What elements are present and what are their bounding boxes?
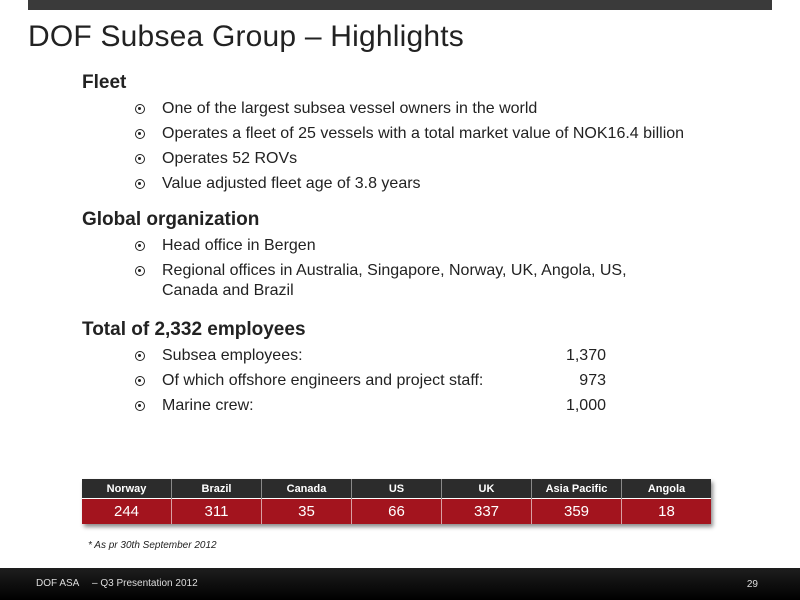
bullet-label: Subsea employees: [162,347,303,364]
bullet-item: One of the largest subsea vessel owners … [82,99,684,119]
table-cell: 66 [351,498,442,524]
table-header-cell: Asia Pacific [531,479,622,499]
bullet-item: Head office in Bergen [82,236,627,256]
footer-bar: DOF ASA – Q3 Presentation 2012 29 [0,568,800,600]
table-header-cell: Brazil [171,479,262,499]
bullet-item: Marine crew: 1,000 [82,396,606,416]
section-total-employees: Total of 2,332 employees Subsea employee… [82,319,606,416]
section-heading-total: Total of 2,332 employees [82,319,306,340]
bullet-label: Of which offshore engineers and project … [162,372,484,389]
table-header-cell: Norway [82,479,172,499]
table-header-cell: US [351,479,442,499]
bullet-value: 973 [579,372,606,389]
section-global-organization: Global organization Head office in Berge… [82,209,627,301]
fleet-bullet-list: One of the largest subsea vessel owners … [82,99,684,194]
table-cell: 311 [171,498,262,524]
footer-presentation: – Q3 Presentation 2012 [92,578,198,589]
employee-bullet-list: Subsea employees: 1,370 Of which offshore… [82,346,606,416]
bullet-text: Head office in Bergen [162,237,316,254]
bullet-value: 1,370 [565,347,606,364]
bullet-icon [135,104,145,114]
page-number: 29 [746,579,758,590]
global-bullet-list: Head office in Bergen Regional offices i… [82,236,627,301]
bullet-item: Operates a fleet of 25 vessels with a to… [82,124,684,144]
table-cell: 244 [82,498,172,524]
bullet-icon [135,129,145,139]
section-fleet: Fleet One of the largest subsea vessel o… [82,72,684,194]
table-cell: 35 [261,498,352,524]
table-header-cell: UK [441,479,532,499]
section-heading-fleet: Fleet [82,72,127,93]
bullet-text: One of the largest subsea vessel owners … [162,100,538,117]
bullet-icon [135,351,145,361]
bullet-item: Regional offices in Australia, Singapore… [82,261,627,301]
footer-company: DOF ASA [36,578,80,589]
section-heading-global: Global organization [82,209,260,230]
table-header-cell: Canada [261,479,352,499]
bullet-icon [135,266,145,276]
bullet-icon [135,376,145,386]
bullet-value: 1,000 [565,397,606,414]
table-cell: 359 [531,498,622,524]
bullet-label: Marine crew: [162,397,254,414]
top-bar [28,0,772,10]
table-header-cell: Angola [621,479,711,499]
table-cell: 18 [621,498,711,524]
bullet-item: Operates 52 ROVs [82,149,684,169]
table-row: 244 311 35 66 337 359 18 [82,498,711,524]
bullet-icon [135,154,145,164]
table-header-row: Norway Brazil Canada US UK Asia Pacific … [82,479,711,499]
bullet-item: Subsea employees: 1,370 [82,346,606,366]
bullet-text: Regional offices in Australia, Singapore… [162,262,627,299]
table-cell: 337 [441,498,532,524]
bullet-icon [135,401,145,411]
footnote: * As pr 30th September 2012 [88,540,217,551]
bullet-text: Operates a fleet of 25 vessels with a to… [162,125,685,142]
slide-title: DOF Subsea Group – Highlights [28,20,465,53]
bullet-text: Operates 52 ROVs [162,150,298,167]
bullet-item: Value adjusted fleet age of 3.8 years [82,174,684,194]
bullet-icon [135,241,145,251]
bullet-item: Of which offshore engineers and project … [82,371,606,391]
bullet-icon [135,179,145,189]
bullet-text: Value adjusted fleet age of 3.8 years [162,175,421,192]
employees-by-region-table: Norway Brazil Canada US UK Asia Pacific … [82,479,711,524]
